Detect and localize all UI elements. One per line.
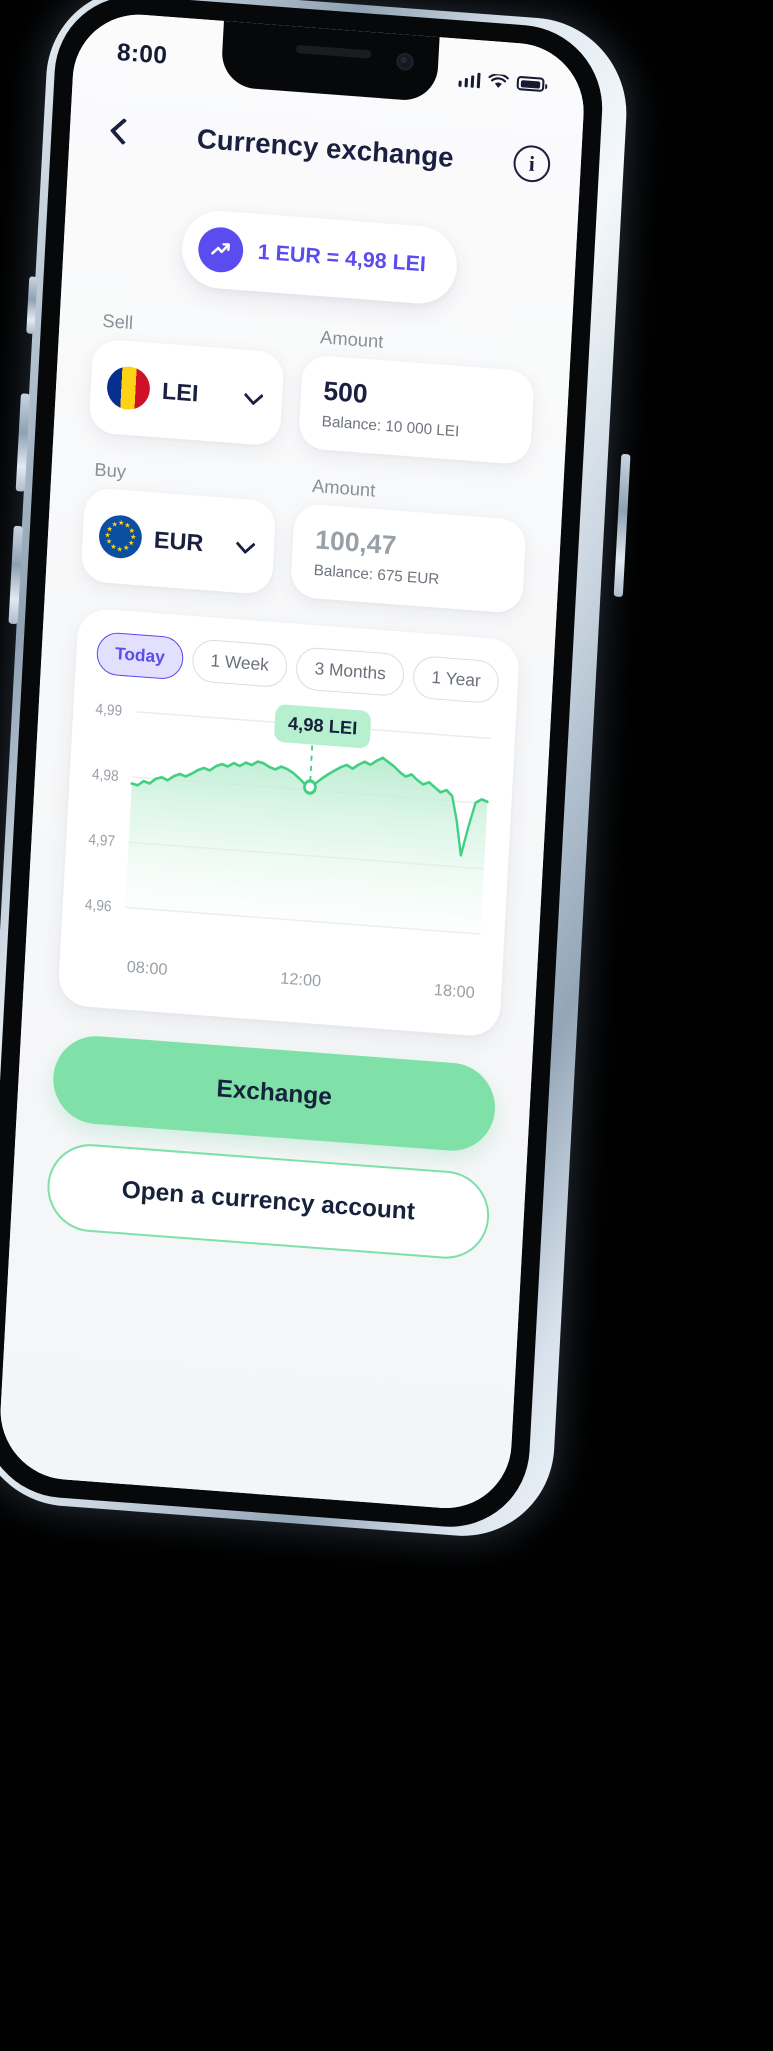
chart-y-tick: 4,99 (95, 701, 123, 720)
info-button[interactable]: i (512, 144, 552, 184)
chevron-down-icon (237, 537, 254, 555)
app-content: Currency exchange i 1 EUR = 4,98 LEI Sel… (0, 9, 588, 1513)
buy-amount-value: 100,47 (314, 523, 398, 561)
sell-currency-code: LEI (161, 376, 200, 407)
chart-tooltip: 4,98 LEI (273, 703, 372, 749)
buy-row: Buy Amount ★ ★ ★ ★ ★ ★ ★ ★ ★ ★ ★ ★ EUR 100,47 (80, 459, 528, 615)
chart-y-tick: 4,98 (92, 766, 120, 785)
earpiece-speaker (295, 44, 372, 59)
sell-amount-field[interactable]: 500 Balance: 10 000 LEI (297, 354, 535, 466)
sell-row: Sell Amount LEI 500 Balance: 10 000 LEI (88, 310, 536, 466)
buy-currency-code: EUR (153, 525, 205, 556)
flag-eu-icon: ★ ★ ★ ★ ★ ★ ★ ★ ★ ★ ★ ★ (97, 513, 143, 560)
sell-amount-label: Amount (319, 326, 384, 352)
page-title: Currency exchange (196, 122, 455, 173)
range-tab-3-months[interactable]: 3 Months (295, 646, 406, 698)
action-buttons: Exchange Open a currency account (11, 1002, 534, 1264)
range-tab-1-week[interactable]: 1 Week (191, 638, 289, 689)
chart-area-fill (125, 757, 488, 935)
sell-currency-select[interactable]: LEI (88, 338, 285, 447)
eu-star-icon: ★ (122, 544, 130, 553)
chevron-down-icon (245, 389, 262, 407)
rate-chart-card: Today 1 Week 3 Months 1 Year 4,98 LEI 4,99 4… (57, 607, 521, 1038)
phone-screen: 8:00 Currency exchange i 1 EUR = 4,98 LE… (0, 9, 588, 1513)
flag-romania-icon (105, 365, 151, 412)
eu-star-icon: ★ (116, 545, 124, 554)
chart-x-tick: 08:00 (126, 958, 168, 980)
chart-x-tick: 18:00 (433, 981, 476, 1003)
chart-y-tick: 4,96 (84, 897, 112, 916)
sell-amount-value: 500 (322, 375, 369, 410)
range-tab-1-year[interactable]: 1 Year (412, 655, 501, 705)
chart-area: 4,98 LEI 4,99 4,98 4,97 4,96 08:00 12:00 18:0… (79, 684, 496, 1020)
chart-marker-dot[interactable] (303, 779, 317, 795)
status-time: 8:00 (116, 38, 168, 70)
eu-star-icon: ★ (105, 538, 113, 547)
buy-currency-select[interactable]: ★ ★ ★ ★ ★ ★ ★ ★ ★ ★ ★ ★ EUR (80, 487, 277, 596)
screenshot-stage: 8:00 Currency exchange i 1 EUR = 4,98 LE… (0, 0, 773, 2051)
chart-x-tick: 12:00 (279, 970, 322, 991)
status-indicators (457, 70, 549, 93)
exchange-rate-text: 1 EUR = 4,98 LEI (257, 240, 427, 277)
trending-up-icon (197, 225, 245, 274)
open-currency-account-button[interactable]: Open a currency account (45, 1140, 492, 1262)
battery-full-icon (516, 75, 545, 93)
exchange-form: Sell Amount LEI 500 Balance: 10 000 LEI … (46, 277, 573, 617)
wifi-icon (488, 73, 509, 88)
cellular-bars-icon (457, 70, 481, 89)
buy-amount-label: Amount (311, 475, 376, 501)
buy-amount-field[interactable]: 100,47 Balance: 675 EUR (289, 502, 527, 615)
chart-y-tick: 4,97 (88, 832, 116, 851)
power-button[interactable] (613, 453, 631, 598)
back-button[interactable] (104, 116, 136, 149)
phone-mockup: 8:00 Currency exchange i 1 EUR = 4,98 LE… (0, 0, 654, 1605)
range-tab-today[interactable]: Today (95, 631, 185, 681)
exchange-button[interactable]: Exchange (50, 1033, 498, 1154)
eu-star-icon: ★ (111, 521, 118, 529)
front-camera-icon (395, 52, 415, 72)
